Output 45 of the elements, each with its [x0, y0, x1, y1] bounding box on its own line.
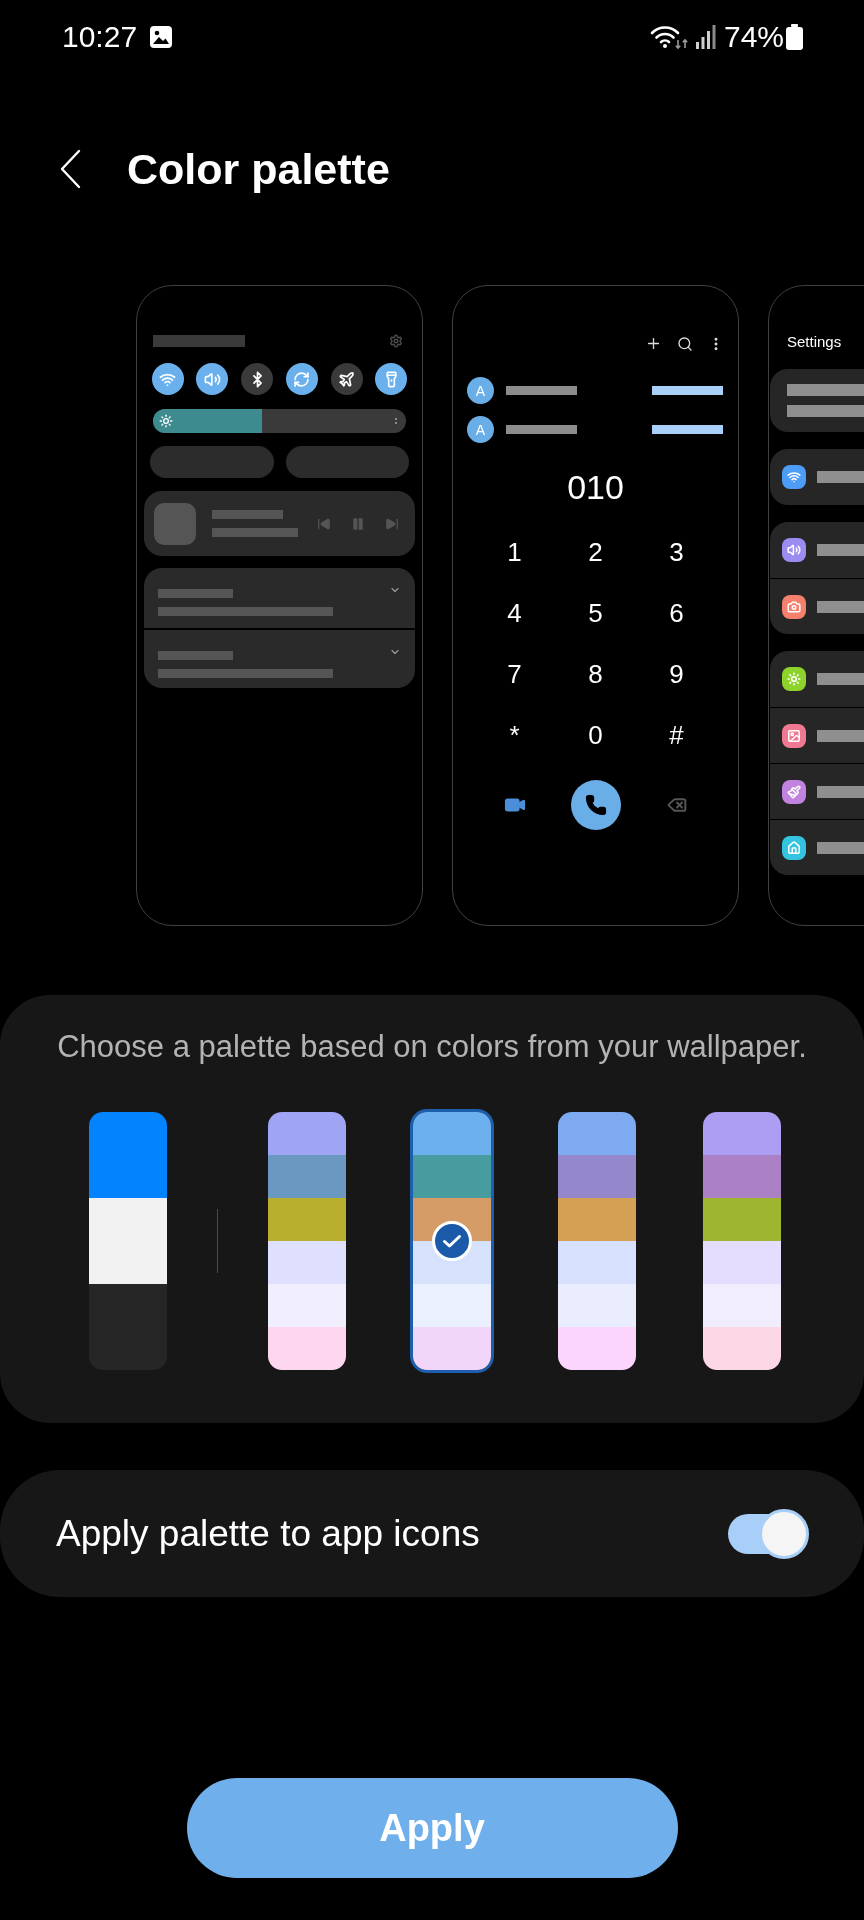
wifi-icon [649, 24, 690, 50]
dial-key: 0 [588, 719, 603, 750]
call-icon [570, 780, 621, 830]
contact-avatar: A [467, 416, 494, 443]
setting-label: Apply palette to app icons [56, 1511, 480, 1556]
dial-key: 6 [669, 597, 684, 628]
palette-option[interactable] [413, 1112, 491, 1370]
apply-button[interactable]: Apply [186, 1778, 678, 1878]
sun-icon [159, 414, 173, 428]
palette-option[interactable] [89, 1112, 167, 1370]
palette-description: Choose a palette based on colors from your wallpaper. [57, 1029, 807, 1065]
placeholder-bar [212, 510, 283, 519]
dial-key: # [669, 719, 684, 750]
signal-icon [695, 25, 716, 49]
page-title: Color palette [127, 144, 390, 194]
search-icon [677, 335, 693, 352]
placeholder-bar [506, 425, 577, 434]
toggle-switch[interactable] [728, 1508, 809, 1559]
dial-key: 3 [669, 536, 684, 567]
dial-key: 9 [669, 658, 684, 689]
settings-title: Settings [787, 332, 842, 352]
battery-percent: 74% [723, 20, 784, 54]
placeholder-bar [652, 425, 723, 434]
pause-icon [351, 516, 365, 531]
dial-key: * [509, 719, 520, 750]
previous-icon [317, 516, 331, 531]
contact-avatar: A [467, 377, 494, 404]
next-icon [385, 516, 399, 531]
backspace-icon [666, 795, 687, 815]
dial-key: 2 [588, 536, 603, 567]
back-icon[interactable] [59, 149, 81, 189]
dial-key: 4 [507, 597, 522, 628]
placeholder-bar [506, 386, 577, 395]
dial-key: 8 [588, 658, 603, 689]
album-art-placeholder [154, 502, 196, 545]
battery-icon [786, 24, 803, 50]
image-icon [150, 26, 173, 48]
plus-icon [645, 335, 662, 352]
placeholder-bar [652, 386, 723, 395]
settings-icon [389, 334, 403, 348]
dial-key: 5 [588, 597, 603, 628]
dialed-number: 010 [567, 467, 624, 507]
status-time: 10:27 [62, 20, 138, 54]
dial-key: 1 [507, 536, 522, 567]
dial-key: 7 [507, 658, 522, 689]
